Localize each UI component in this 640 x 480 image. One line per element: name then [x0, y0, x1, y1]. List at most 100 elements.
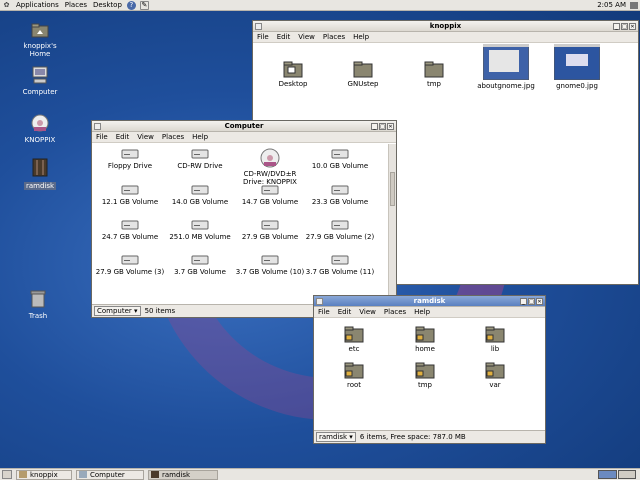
maximize-button[interactable]: □ [379, 123, 386, 130]
volume-item[interactable]: 27.9 GB Volume [234, 219, 306, 241]
file-item[interactable]: GNUstep [327, 60, 399, 88]
volume-item[interactable]: 3.7 GB Volume [164, 254, 236, 276]
close-button[interactable]: ✕ [629, 23, 636, 30]
item-label: 251.0 MB Volume [169, 233, 231, 241]
menu-file[interactable]: File [92, 133, 112, 141]
volume-item[interactable]: 27.9 GB Volume (2) [304, 219, 376, 241]
ramdisk-window[interactable]: ramdisk _ □ ✕ File Edit View Places Help e… [313, 295, 546, 444]
maximize-button[interactable]: □ [621, 23, 628, 30]
folder-item[interactable]: home [389, 325, 461, 353]
drive-icon [191, 185, 209, 195]
menu-places[interactable]: Places [380, 308, 410, 316]
desktop-icon-label: KNOPPIX [24, 136, 56, 144]
window-titlebar[interactable]: knoppix _ □ ✕ [253, 21, 638, 32]
volume-icon[interactable] [630, 2, 638, 9]
workspace-2[interactable] [617, 470, 636, 479]
volume-item[interactable]: 23.3 GB Volume [304, 184, 376, 206]
minimize-button[interactable]: _ [520, 298, 527, 305]
window-menu-button[interactable] [255, 23, 262, 30]
file-item[interactable]: aboutgnome.jpg [470, 43, 542, 90]
volume-item[interactable]: Floppy Drive [94, 148, 166, 170]
volume-item[interactable]: 14.0 GB Volume [164, 184, 236, 206]
desktop-menu[interactable]: Desktop [90, 1, 125, 9]
folder-item[interactable]: lib [459, 325, 531, 353]
volume-item[interactable]: 27.9 GB Volume (3) [94, 254, 166, 276]
places-menu[interactable]: Places [62, 1, 90, 9]
window-menu-button[interactable] [316, 298, 323, 305]
folder-icon [424, 61, 444, 78]
applications-menu[interactable]: Applications [13, 1, 62, 9]
menu-help[interactable]: Help [349, 33, 373, 41]
volume-item[interactable]: CD-RW/DVD±R Drive: KNOPPIX [234, 148, 306, 186]
menu-file[interactable]: File [314, 308, 334, 316]
desktop-icon-trash[interactable]: Trash [8, 290, 68, 320]
menu-edit[interactable]: Edit [273, 33, 295, 41]
item-label: var [489, 381, 501, 389]
help-icon[interactable]: ? [126, 0, 136, 10]
desktop-icon-ramdisk[interactable]: ramdisk [10, 158, 70, 190]
location-selector[interactable]: Computer ▾ [94, 306, 141, 316]
folder-item[interactable]: var [459, 361, 531, 389]
volume-item[interactable]: 12.1 GB Volume [94, 184, 166, 206]
drive-icon [191, 255, 209, 265]
desktop-icon-computer[interactable]: Computer [10, 66, 70, 96]
volume-item[interactable]: 3.7 GB Volume (11) [304, 254, 376, 276]
maximize-button[interactable]: □ [528, 298, 535, 305]
locked-folder-icon [485, 362, 505, 379]
menu-help[interactable]: Help [188, 133, 212, 141]
menu-help[interactable]: Help [410, 308, 434, 316]
window-title: ramdisk [413, 297, 446, 305]
home-folder-icon [31, 23, 49, 38]
folder-icon [353, 61, 373, 78]
workspace-switcher[interactable] [598, 470, 636, 479]
show-desktop-icon[interactable] [2, 470, 12, 479]
menu-view[interactable]: View [355, 308, 380, 316]
volume-item[interactable]: 251.0 MB Volume [164, 219, 236, 241]
menu-view[interactable]: View [133, 133, 158, 141]
computer-window[interactable]: Computer _ □ ✕ File Edit View Places Help … [91, 120, 397, 318]
desktop-icon-knoppix[interactable]: KNOPPIX [10, 114, 70, 144]
folder-item[interactable]: root [318, 361, 390, 389]
minimize-button[interactable]: _ [613, 23, 620, 30]
folder-item[interactable]: tmp [389, 361, 461, 389]
item-label: CD-RW Drive [177, 162, 223, 170]
workspace-1[interactable] [598, 470, 617, 479]
taskbar-ramdisk[interactable]: ramdisk [148, 469, 218, 480]
drive-icon [261, 220, 279, 230]
minimize-button[interactable]: _ [371, 123, 378, 130]
menu-places[interactable]: Places [319, 33, 349, 41]
launcher-icon[interactable]: ✎ [139, 0, 149, 10]
menu-edit[interactable]: Edit [112, 133, 134, 141]
close-button[interactable]: ✕ [387, 123, 394, 130]
window-menu-button[interactable] [94, 123, 101, 130]
file-item[interactable]: Desktop [257, 60, 329, 88]
window-titlebar[interactable]: Computer _ □ ✕ [92, 121, 396, 132]
volume-item[interactable]: 3.7 GB Volume (10) [234, 254, 306, 276]
file-item[interactable]: tmp [398, 60, 470, 88]
desktop-icon-home[interactable]: knoppix's Home [10, 22, 70, 58]
menu-file[interactable]: File [253, 33, 273, 41]
drive-icon [331, 255, 349, 265]
taskbar-computer[interactable]: Computer [76, 469, 144, 480]
scrollbar[interactable] [388, 144, 396, 304]
ramdisk-content: etc home lib root tmp var [314, 319, 545, 430]
drive-icon [191, 220, 209, 230]
item-label: etc [348, 345, 360, 353]
menu-places[interactable]: Places [158, 133, 188, 141]
window-menubar: File Edit View Places Help [253, 32, 638, 43]
clock[interactable]: 2:05 AM [597, 1, 626, 9]
window-titlebar[interactable]: ramdisk _ □ ✕ [314, 296, 545, 307]
volume-item[interactable]: CD-RW Drive [164, 148, 236, 170]
volume-item[interactable]: 24.7 GB Volume [94, 219, 166, 241]
close-button[interactable]: ✕ [536, 298, 543, 305]
menu-edit[interactable]: Edit [334, 308, 356, 316]
file-item[interactable]: gnome0.jpg [541, 43, 613, 90]
drive-icon [121, 185, 139, 195]
folder-item[interactable]: etc [318, 325, 390, 353]
volume-item[interactable]: 14.7 GB Volume [234, 184, 306, 206]
menu-view[interactable]: View [294, 33, 319, 41]
scrollbar-thumb[interactable] [390, 172, 395, 206]
taskbar-knoppix[interactable]: knoppix [16, 469, 72, 480]
volume-item[interactable]: 10.0 GB Volume [304, 148, 376, 170]
location-selector[interactable]: ramdisk ▾ [316, 432, 356, 442]
